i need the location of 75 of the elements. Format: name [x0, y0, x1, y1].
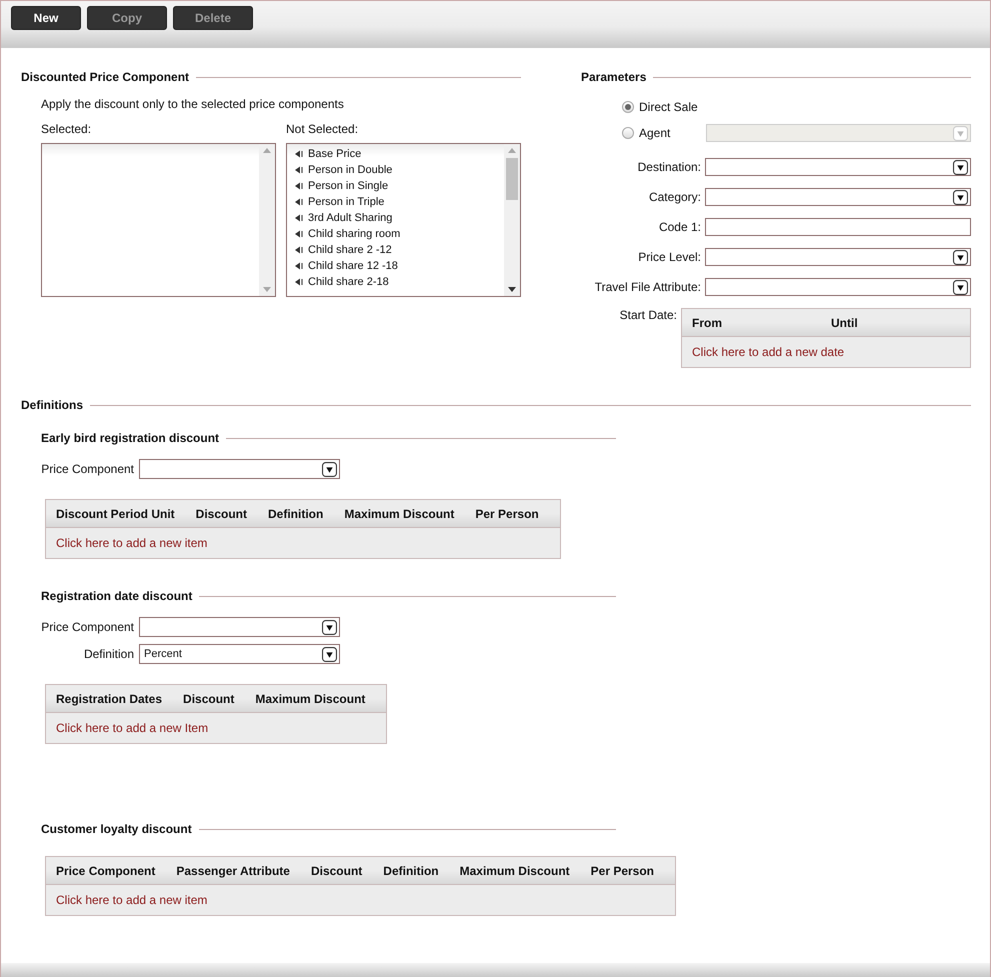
add-item-link[interactable]: Click here to add a new item: [56, 893, 208, 907]
list-item[interactable]: Base Price: [295, 146, 504, 162]
list-item[interactable]: Child sharing room: [295, 226, 504, 242]
list-item[interactable]: Person in Triple: [295, 194, 504, 210]
section-title: Definitions: [21, 398, 83, 412]
move-left-icon[interactable]: [295, 214, 303, 222]
list-label: Selected:: [41, 122, 92, 136]
move-left-icon[interactable]: [295, 166, 303, 174]
column-header: From: [692, 316, 723, 330]
list-item[interactable]: Person in Double: [295, 162, 504, 178]
add-date-link[interactable]: Click here to add a new date: [692, 345, 844, 359]
dropdown-field[interactable]: [139, 617, 340, 637]
field-label: Definition: [82, 647, 135, 661]
field-label: Category:: [648, 190, 702, 204]
add-item-link[interactable]: Click here to add a new item: [56, 536, 208, 550]
field-label: Code 1:: [658, 220, 702, 234]
list-box[interactable]: [41, 143, 276, 297]
field-label: Destination:: [636, 160, 702, 174]
move-left-icon[interactable]: [295, 246, 303, 254]
column-header: Maximum Discount: [255, 692, 366, 706]
dropdown-field[interactable]: [705, 158, 971, 176]
radio-button[interactable]: [622, 101, 634, 113]
section-title: Parameters: [581, 70, 646, 84]
toolbar-button[interactable]: New: [11, 6, 81, 30]
field-label: Travel File Attribute:: [594, 280, 702, 294]
list-item[interactable]: Child share 2 -12: [295, 242, 504, 258]
section-title: Customer loyalty discount: [41, 822, 192, 836]
column-header: Per Person: [475, 506, 540, 520]
move-left-icon[interactable]: [295, 150, 303, 158]
move-left-icon[interactable]: [295, 230, 303, 238]
move-left-icon[interactable]: [295, 278, 303, 286]
section-title: Early bird registration discount: [41, 431, 220, 445]
field-label: Start Date:: [618, 308, 678, 322]
section-title: Discounted Price Component: [21, 70, 190, 84]
dropdown-field[interactable]: [705, 278, 971, 296]
column-header: Maximum Discount: [344, 506, 456, 520]
column-header: Maximum Discount: [460, 864, 571, 878]
scroll-thumb[interactable]: [506, 158, 518, 200]
column-header: Definition: [268, 506, 324, 520]
dropdown-field[interactable]: Percent: [139, 644, 340, 664]
field-label: Price Component: [41, 620, 135, 634]
list-item[interactable]: Child share 12 -18: [295, 258, 504, 274]
field-label: Price Component: [41, 462, 135, 476]
column-header: Registration Dates: [56, 692, 164, 706]
column-header: Discount: [196, 506, 248, 520]
column-header: Discount Period Unit: [56, 506, 176, 520]
radio-button[interactable]: [622, 127, 634, 139]
column-header: Definition: [383, 864, 440, 878]
section-title: Registration date discount: [41, 589, 192, 603]
text-field[interactable]: [705, 218, 971, 236]
list-box[interactable]: Base Price Person in Double Person in Single Person in Triple 3rd Adult Sharing Child sharing room Child share 2 -12 Child share 12 -18 Child share 2-18: [286, 143, 521, 297]
list-label: Not Selected:: [286, 122, 360, 136]
hint-text: Apply the discount only to the selected price components: [41, 97, 345, 111]
column-header: Discount: [183, 692, 236, 706]
dropdown-field[interactable]: [705, 188, 971, 206]
list-item[interactable]: Person in Single: [295, 178, 504, 194]
column-header: Discount: [310, 864, 364, 878]
move-left-icon[interactable]: [295, 262, 303, 270]
dropdown-value: Percent: [143, 648, 183, 660]
list-item[interactable]: 3rd Adult Sharing: [295, 210, 504, 226]
radio-label: Agent: [639, 126, 672, 140]
column-header: Per Person: [590, 864, 656, 878]
field-label: Price Level:: [637, 250, 702, 264]
move-left-icon[interactable]: [295, 182, 303, 190]
scrollbar[interactable]: [504, 144, 520, 296]
column-header: Price Component: [56, 864, 156, 878]
move-left-icon[interactable]: [295, 198, 303, 206]
list-item[interactable]: Child share 2-18: [295, 274, 504, 290]
add-item-link[interactable]: Click here to add a new Item: [56, 721, 208, 735]
column-header: Until: [831, 316, 859, 330]
radio-label: Direct Sale: [639, 100, 699, 114]
scroll-down-icon[interactable]: [508, 287, 516, 292]
column-header: Passenger Attribute: [176, 864, 291, 878]
dropdown-field[interactable]: [705, 248, 971, 266]
dropdown-field[interactable]: [139, 459, 340, 479]
